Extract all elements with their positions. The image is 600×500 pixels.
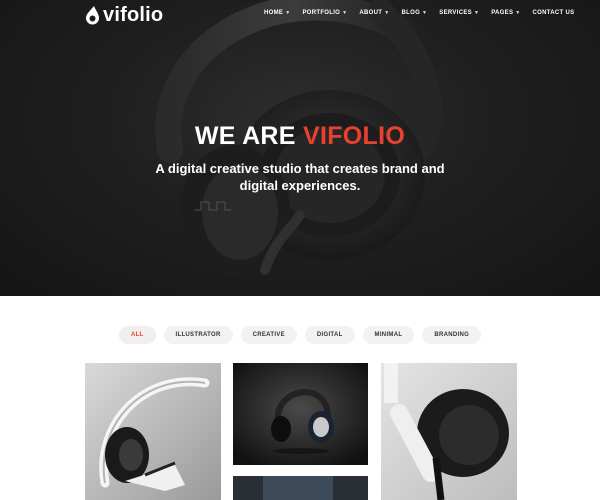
hero-section: vifolio HOME ▼ PORTFOLIO ▼ ABOUT ▼ BLOG ▼ SE… [0,0,600,296]
portfolio-filters: ALL ILLUSTRATOR CREATIVE DIGITAL MINIMAL… [0,326,600,344]
hero-subtitle: A digital creative studio that creates b… [155,161,445,193]
nav-item-pages[interactable]: PAGES ▼ [491,10,520,16]
nav-item-label: BLOG [401,10,421,16]
main-nav: HOME ▼ PORTFOLIO ▼ ABOUT ▼ BLOG ▼ SERVICES ▼ … [264,10,574,16]
nav-item-label: ABOUT [359,10,383,16]
headphone-closeup-photo [381,363,517,500]
filter-illustrator[interactable]: ILLUSTRATOR [163,326,233,344]
filter-minimal[interactable]: MINIMAL [362,326,415,344]
filter-branding[interactable]: BRANDING [422,326,482,344]
chevron-down-icon: ▼ [285,10,291,16]
hero-title-accent: VIFOLIO [303,122,406,150]
portfolio-item-dark-headphones[interactable] [233,476,368,500]
nav-item-services[interactable]: SERVICES ▼ [439,10,479,16]
nav-item-label: PORTFOLIO [302,10,341,16]
brand-name: vifolio [103,3,164,26]
nav-item-contact-us[interactable]: CONTACT US [533,10,575,16]
brand-logo[interactable]: vifolio [84,4,163,26]
filter-digital[interactable]: DIGITAL [304,326,355,344]
nav-item-label: CONTACT US [532,10,575,16]
dark-headphones-photo [233,476,368,500]
nav-item-label: PAGES [491,10,514,16]
hero-title-prefix: WE ARE [194,122,296,150]
nav-item-home[interactable]: HOME ▼ [264,10,290,16]
nav-item-label: HOME [264,10,284,16]
black-headphones-photo [233,363,368,465]
hero-title: WE ARE VIFOLIO [0,122,600,151]
drop-logo-icon [86,6,99,25]
chevron-down-icon: ▼ [342,10,348,16]
chevron-down-icon: ▼ [473,10,480,16]
portfolio-item-headphone-closeup[interactable] [381,363,517,500]
filter-all[interactable]: ALL [118,326,156,344]
portfolio-item-black-headphones[interactable] [233,363,368,465]
nav-item-about[interactable]: ABOUT ▼ [359,10,389,16]
nav-item-portfolio[interactable]: PORTFOLIO ▼ [302,10,347,16]
filter-creative[interactable]: CREATIVE [240,326,297,344]
portfolio-item-white-headphones[interactable] [85,363,221,500]
chevron-down-icon: ▼ [515,10,521,16]
white-headphones-photo [85,363,221,500]
nav-item-label: SERVICES [439,10,472,16]
chevron-down-icon: ▼ [384,10,390,16]
chevron-down-icon: ▼ [422,10,428,16]
nav-item-blog[interactable]: BLOG ▼ [402,10,428,16]
